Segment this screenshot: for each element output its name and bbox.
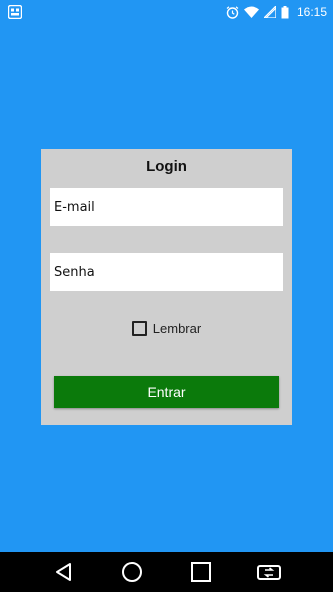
battery-icon (281, 5, 289, 19)
login-card: Login Lembrar Entrar (41, 149, 292, 425)
remember-row[interactable]: Lembrar (41, 321, 292, 336)
login-button[interactable]: Entrar (54, 376, 279, 408)
recents-icon[interactable] (181, 552, 221, 592)
signal-icon (263, 6, 276, 18)
password-field[interactable] (50, 253, 283, 291)
email-field[interactable] (50, 188, 283, 226)
back-icon[interactable] (44, 552, 84, 592)
remember-checkbox[interactable] (131, 321, 147, 336)
screen-rotate-icon[interactable] (249, 552, 289, 592)
status-time: 16:15 (296, 5, 327, 19)
login-title: Login (146, 158, 187, 175)
home-icon[interactable] (112, 552, 152, 592)
alarm-icon (226, 5, 239, 19)
status-bar: 16:15 (0, 0, 333, 24)
remember-label: Lembrar (152, 321, 202, 336)
wifi-icon (243, 6, 259, 18)
navigation-bar (0, 552, 333, 592)
status-left (8, 5, 22, 19)
app-notification-icon (8, 5, 22, 19)
status-right: 16:15 (226, 5, 327, 19)
